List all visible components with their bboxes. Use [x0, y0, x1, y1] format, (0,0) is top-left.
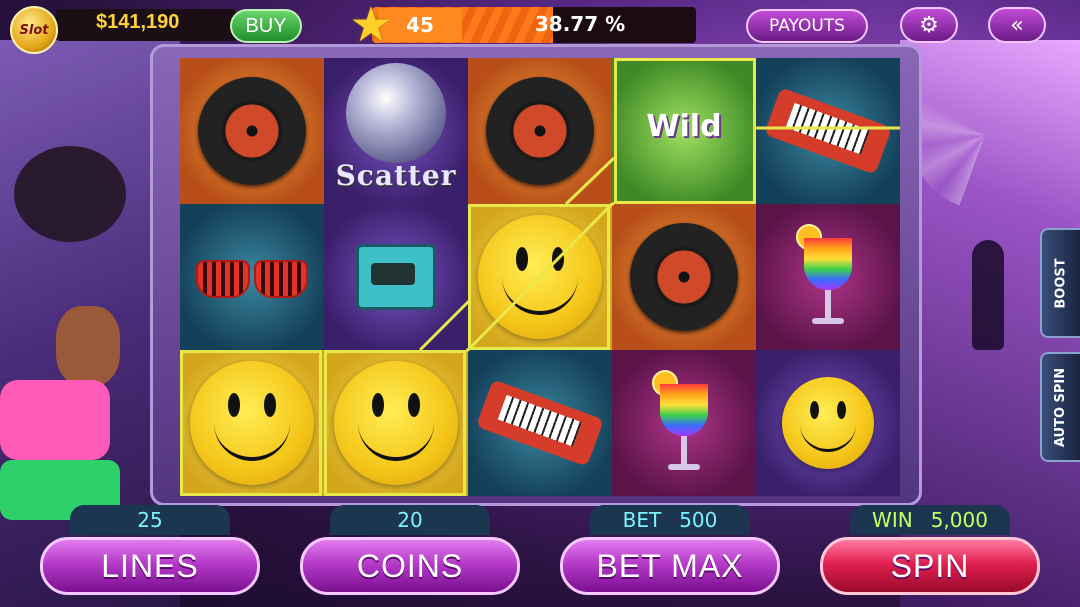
payline	[466, 202, 614, 352]
bet-value: 500	[679, 508, 718, 532]
win-display: WIN 5,000	[850, 505, 1010, 535]
lines-button[interactable]: LINES	[40, 537, 260, 595]
boost-tab[interactable]: BOOST	[1040, 228, 1080, 338]
bet-label: BET	[622, 508, 662, 532]
spin-button[interactable]: SPIN	[820, 537, 1040, 595]
payline	[418, 298, 472, 352]
coins-value: 20	[330, 505, 490, 535]
auto-spin-tab[interactable]: AUTO SPIN	[1040, 352, 1080, 462]
coins-button[interactable]: COINS	[300, 537, 520, 595]
boost-label: BOOST	[1053, 257, 1069, 309]
win-value: 5,000	[930, 508, 988, 532]
win-label: WIN	[872, 508, 913, 532]
payline	[564, 156, 616, 206]
lines-value: 25	[70, 505, 230, 535]
bet-display: BET 500	[590, 505, 750, 535]
auto-spin-label: AUTO SPIN	[1053, 367, 1069, 447]
bet-max-button[interactable]: BET MAX	[560, 537, 780, 595]
